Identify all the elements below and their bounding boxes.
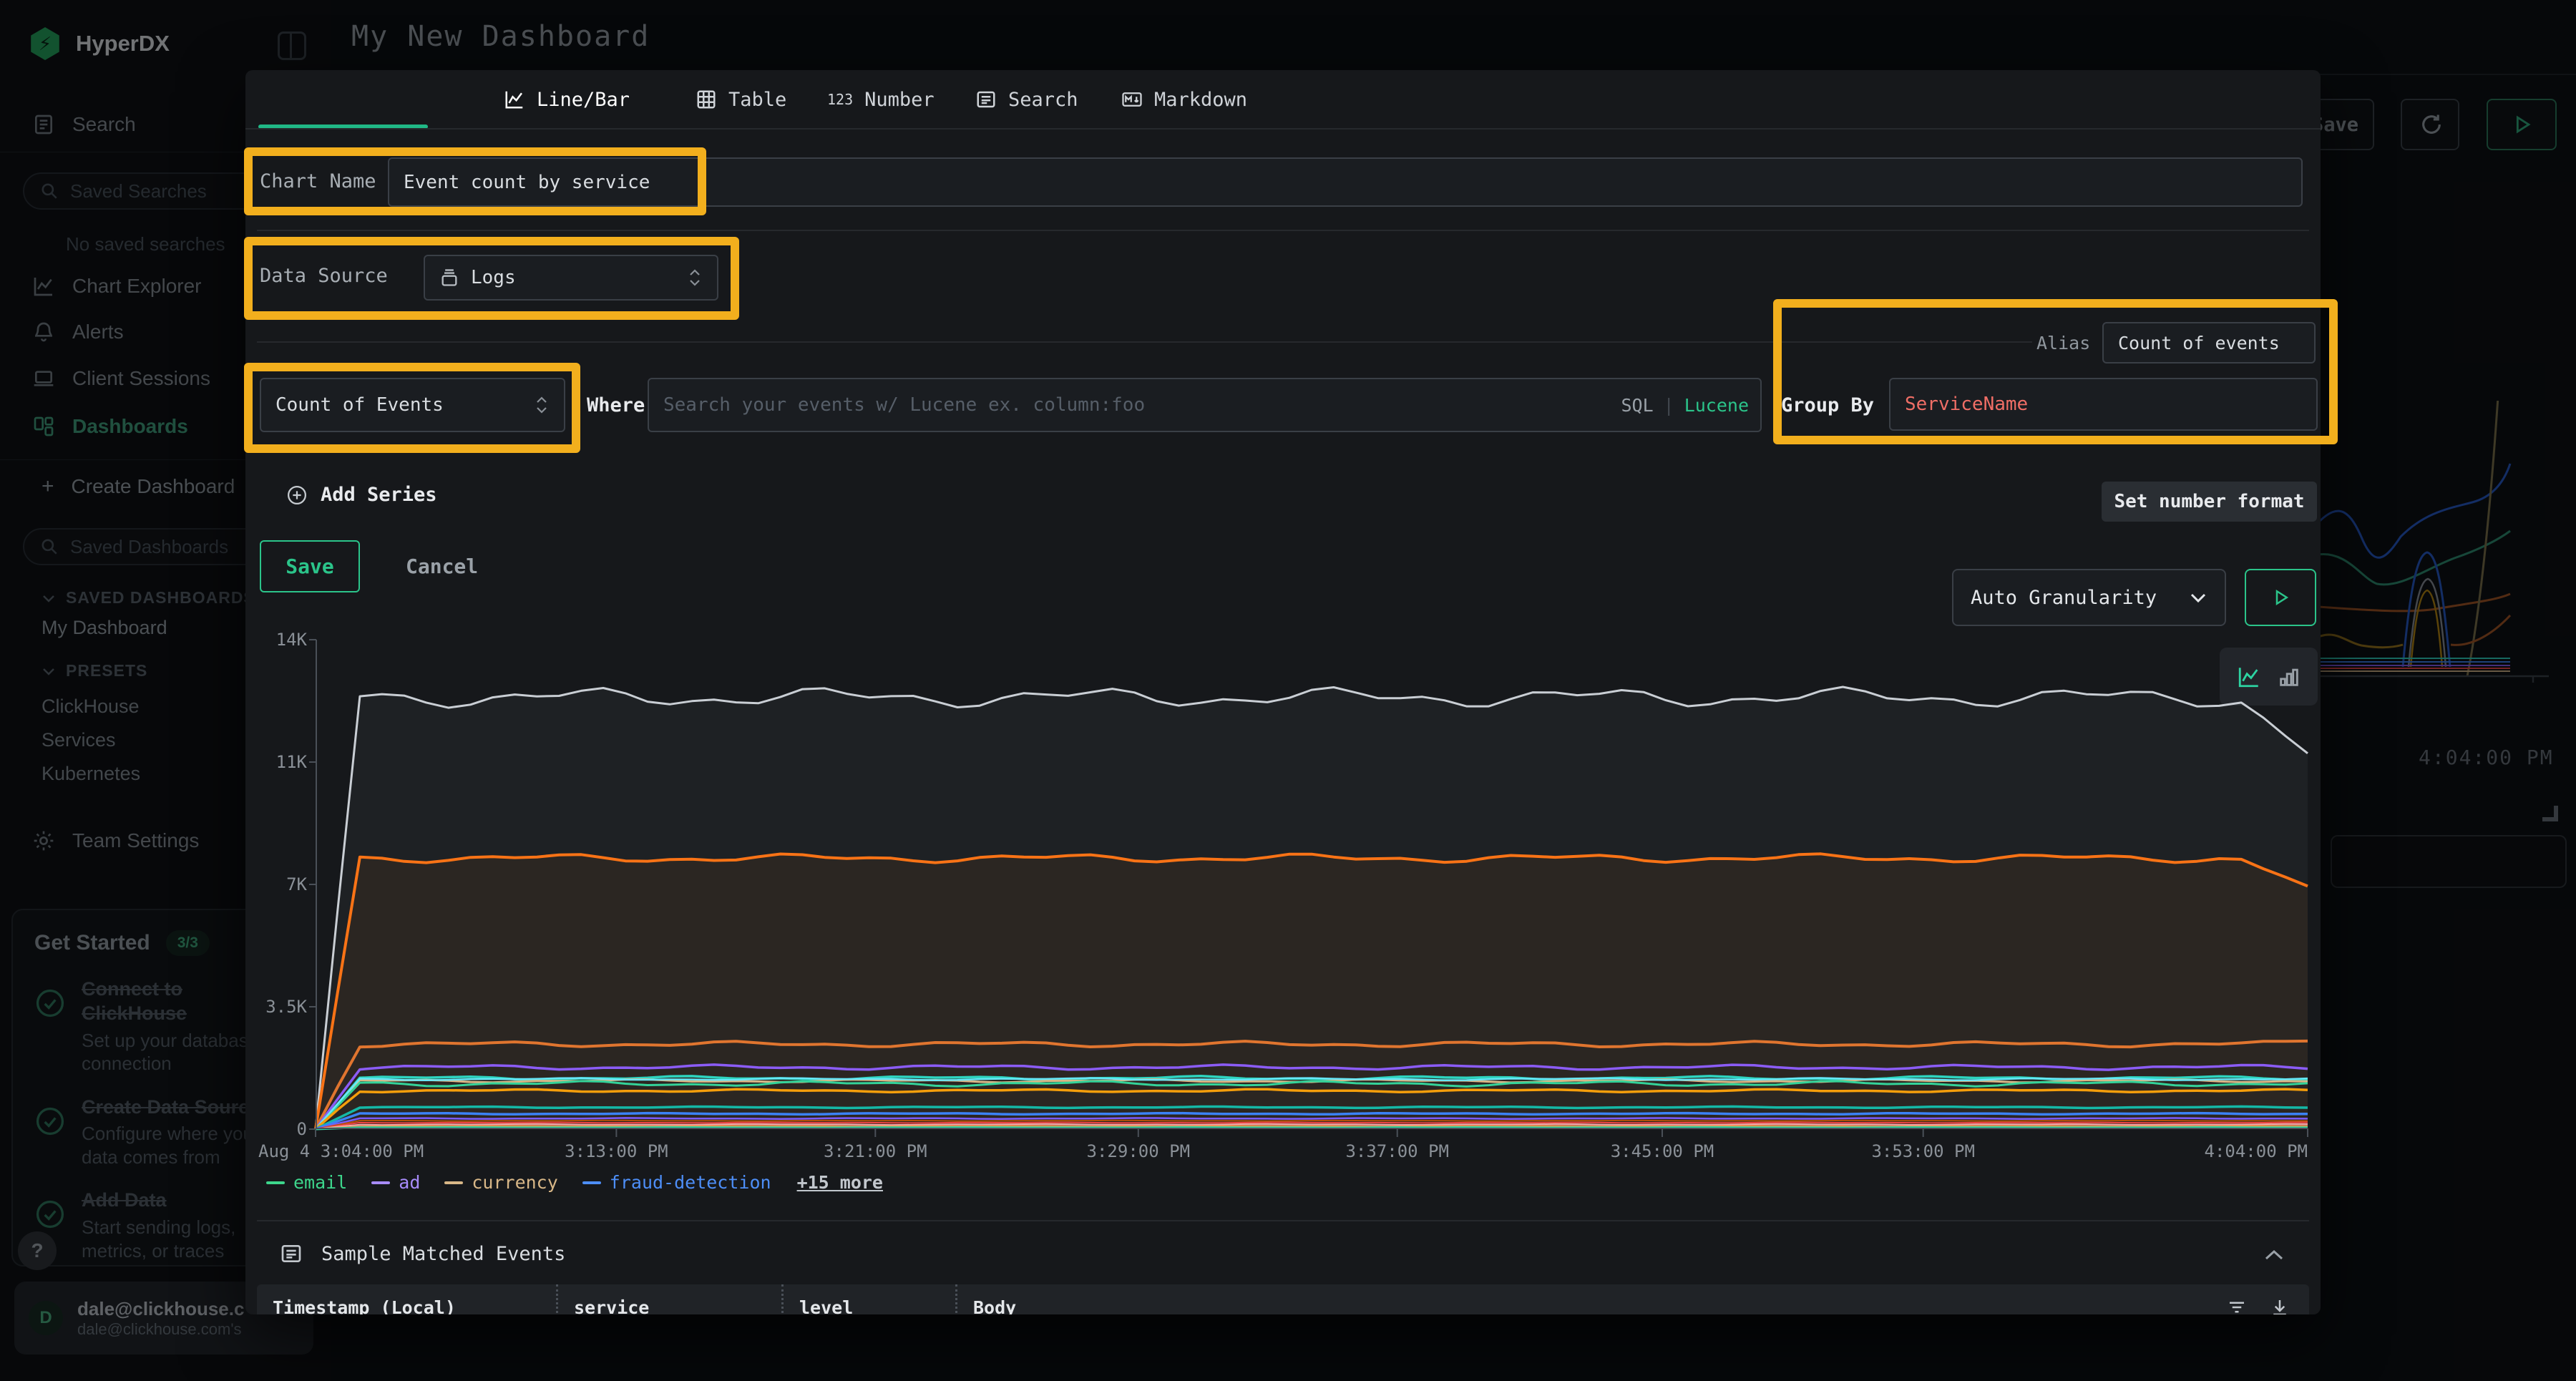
legend-swatch [371, 1181, 390, 1184]
screen: ⚡ HyperDX Search Saved Searches No saved… [0, 0, 2576, 1381]
tab-markdown[interactable]: Markdown [1121, 83, 1247, 116]
x-tick-label: 3:13:00 PM [565, 1141, 668, 1161]
legend-label: ad [399, 1172, 420, 1193]
divider [257, 1220, 2309, 1221]
where-input-wrap: SQL | Lucene [648, 378, 1762, 432]
filter-icon[interactable] [2226, 1297, 2248, 1314]
markdown-icon [1121, 89, 1143, 110]
query-language-toggle[interactable]: SQL | Lucene [1621, 378, 1749, 432]
x-tick-label: 3:53:00 PM [1871, 1141, 1975, 1161]
y-tick-label: 3.5K [265, 997, 307, 1017]
run-chart-button[interactable] [2245, 569, 2316, 626]
x-tick-label: 3:37:00 PM [1345, 1141, 1449, 1161]
set-number-format-button[interactable]: Set number format [2102, 482, 2317, 522]
cancel-button[interactable]: Cancel [406, 540, 478, 592]
y-tick-label: 7K [286, 874, 307, 894]
sample-title: Sample Matched Events [321, 1243, 565, 1265]
download-icon[interactable] [2269, 1297, 2290, 1314]
sql-option[interactable]: SQL [1621, 395, 1653, 416]
column-header-timestamp[interactable]: Timestamp (Local) [257, 1284, 556, 1314]
tab-search[interactable]: Search [975, 83, 1078, 116]
divider [257, 230, 2309, 231]
tab-label: Markdown [1154, 89, 1247, 111]
123-icon: 123 [827, 89, 853, 110]
toggle-separator: | [1664, 395, 1674, 416]
x-tick-label: Aug 4 3:04:00 PM [258, 1141, 424, 1161]
where-label: Where [587, 394, 645, 416]
legend-swatch [444, 1181, 463, 1184]
legend-swatch [266, 1181, 285, 1184]
x-tick-label: 3:29:00 PM [1087, 1141, 1191, 1161]
legend-item[interactable]: ad [371, 1172, 420, 1193]
granularity-value: Auto Granularity [1971, 587, 2157, 609]
legend-more-link[interactable]: +15 more [797, 1172, 883, 1193]
line-chart-icon [504, 89, 525, 110]
chart-legend: email ad currency fraud-detection +15 more [266, 1172, 883, 1193]
legend-label: email [293, 1172, 347, 1193]
tab-label: Line/Bar [537, 89, 630, 111]
tab-table[interactable]: Table [696, 83, 786, 116]
play-icon [2270, 587, 2291, 608]
sample-matched-events-header[interactable]: Sample Matched Events [280, 1242, 565, 1265]
lucene-option[interactable]: Lucene [1684, 395, 1749, 416]
add-series-label: Add Series [321, 484, 437, 506]
list-icon [280, 1242, 303, 1265]
x-tick-label: 3:21:00 PM [824, 1141, 927, 1161]
legend-item[interactable]: fraud-detection [582, 1172, 771, 1193]
chevron-down-icon [2189, 591, 2207, 604]
y-tick-label: 0 [297, 1119, 307, 1139]
granularity-select[interactable]: Auto Granularity [1952, 569, 2226, 626]
tab-label: Number [864, 89, 935, 111]
y-tick-label: 11K [276, 752, 307, 772]
tab-number[interactable]: 123 Number [827, 83, 935, 116]
table-icon [696, 89, 717, 110]
chart-plot[interactable] [316, 640, 2308, 1129]
highlight-group-by [1773, 299, 2338, 444]
legend-swatch [582, 1181, 601, 1184]
tab-label: Search [1008, 89, 1078, 111]
y-tick-label: 14K [276, 630, 307, 650]
divider [257, 341, 2032, 343]
x-tick-label: 4:04:00 PM [2205, 1141, 2308, 1161]
events-table-header: Timestamp (Local) service level Body [257, 1284, 2309, 1314]
tabs-divider [245, 128, 2321, 130]
x-tick-label: 3:45:00 PM [1611, 1141, 1714, 1161]
legend-label: fraud-detection [610, 1172, 771, 1193]
x-axis-labels: Aug 4 3:04:00 PM3:13:00 PM3:21:00 PM3:29… [316, 1141, 2308, 1166]
list-icon [975, 89, 997, 110]
tab-line-bar[interactable]: Line/Bar [504, 83, 630, 116]
legend-item[interactable]: email [266, 1172, 347, 1193]
tab-label: Table [728, 89, 786, 111]
where-input[interactable] [648, 378, 1762, 432]
highlight-aggregation [244, 363, 580, 453]
legend-label: currency [472, 1172, 557, 1193]
add-series-button[interactable]: Add Series [286, 484, 437, 506]
chevron-up-icon[interactable] [2263, 1248, 2285, 1262]
chart-svg [316, 640, 2308, 1129]
legend-item[interactable]: currency [444, 1172, 557, 1193]
highlight-chart-name [244, 147, 706, 215]
column-header-body[interactable]: Body [955, 1284, 1170, 1314]
highlight-data-source [244, 237, 739, 320]
column-header-service[interactable]: service [556, 1284, 781, 1314]
column-header-level[interactable]: level [781, 1284, 955, 1314]
